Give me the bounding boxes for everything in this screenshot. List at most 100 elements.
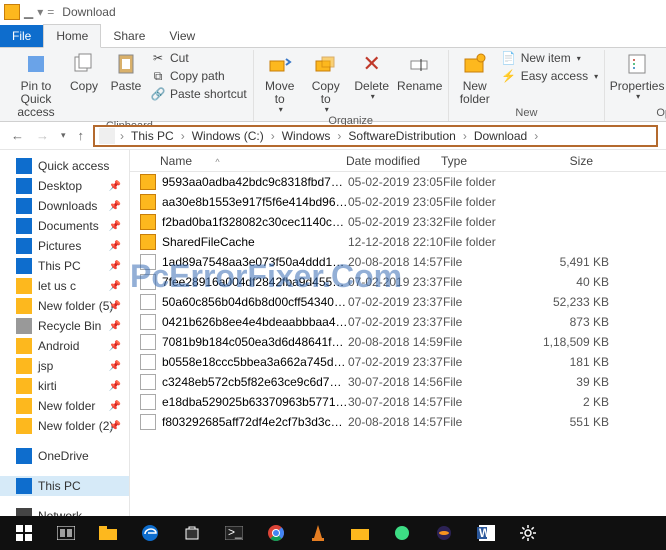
sidebar-item[interactable]: This PC📌: [0, 256, 129, 276]
breadcrumb-item[interactable]: Windows (C:): [190, 129, 266, 143]
breadcrumb-item[interactable]: Windows: [280, 129, 333, 143]
explorer-window-icon[interactable]: [340, 517, 380, 549]
sidebar-item[interactable]: This PC: [0, 476, 129, 496]
file-row[interactable]: f2bad0ba1f328082c30cec1140c265ff05-02-20…: [130, 212, 666, 232]
column-date[interactable]: Date modified: [338, 154, 433, 168]
breadcrumb[interactable]: › This PC › Windows (C:) › Windows › Sof…: [93, 125, 658, 147]
breadcrumb-item[interactable]: Download: [472, 129, 529, 143]
file-row[interactable]: b0558e18ccc5bbea3a662a745d753ae7be0...07…: [130, 352, 666, 372]
file-row[interactable]: SharedFileCache12-12-2018 22:10File fold…: [130, 232, 666, 252]
cut-button[interactable]: ✂Cut: [150, 50, 247, 66]
file-size: 40 KB: [531, 275, 609, 289]
nav-recent-button[interactable]: ▾: [58, 130, 69, 141]
pin-quick-access-button[interactable]: Pin to Quick access: [12, 50, 60, 120]
sidebar-item-label: jsp: [38, 359, 53, 373]
start-button[interactable]: [4, 517, 44, 549]
qat-item[interactable]: ▾: [37, 5, 43, 19]
sidebar-item[interactable]: kirti📌: [0, 376, 129, 396]
explorer-icon[interactable]: [88, 517, 128, 549]
sidebar-item[interactable]: OneDrive: [0, 446, 129, 466]
nav-forward-button[interactable]: →: [33, 128, 52, 143]
folder-icon: [140, 214, 156, 230]
paste-shortcut-button[interactable]: 🔗Paste shortcut: [150, 86, 247, 102]
delete-button[interactable]: ✕ Delete▾: [352, 50, 392, 102]
settings-icon[interactable]: [508, 517, 548, 549]
move-to-button[interactable]: Move to▾: [260, 50, 300, 115]
copy-path-button[interactable]: ⧉Copy path: [150, 68, 247, 84]
chevron-right-icon[interactable]: ›: [334, 129, 344, 143]
store-icon[interactable]: [172, 517, 212, 549]
sidebar-item-label: Recycle Bin: [38, 319, 101, 333]
nav-up-button[interactable]: ↑: [75, 128, 88, 143]
file-row[interactable]: 50a60c856b04d6b8d00cff5434000c25c...07-0…: [130, 292, 666, 312]
tab-file[interactable]: File: [0, 25, 43, 47]
file-name: 9593aa0adba42bdc9c8318fbd7ef85c4: [162, 175, 348, 189]
vlc-icon[interactable]: [298, 517, 338, 549]
file-name: 50a60c856b04d6b8d00cff5434000c25c...: [162, 295, 348, 309]
sidebar-item[interactable]: New folder (5)📌: [0, 296, 129, 316]
new-folder-button[interactable]: New folder: [455, 50, 495, 106]
pin-icon: 📌: [109, 301, 121, 312]
copy-button[interactable]: Copy: [66, 50, 102, 93]
file-date: 05-02-2019 23:05: [348, 175, 443, 189]
chevron-right-icon[interactable]: ›: [117, 129, 127, 143]
chevron-right-icon[interactable]: ›: [531, 129, 541, 143]
file-row[interactable]: aa30e8b1553e917f5f6e414bd962473c05-02-20…: [130, 192, 666, 212]
breadcrumb-item[interactable]: This PC: [129, 129, 176, 143]
file-name: 1ad89a7548aa3e073f50a4ddd17b0fd11b0f...: [162, 255, 348, 269]
sidebar-item[interactable]: jsp📌: [0, 356, 129, 376]
chrome-icon[interactable]: [256, 517, 296, 549]
nav-back-button[interactable]: ←: [8, 128, 27, 143]
sidebar-item[interactable]: Documents📌: [0, 216, 129, 236]
body: Quick accessDesktop📌Downloads📌Documents📌…: [0, 150, 666, 520]
sidebar-item[interactable]: Desktop📌: [0, 176, 129, 196]
file-row[interactable]: c3248eb572cb5f82e63ce9c6d73cfb9b10b...30…: [130, 372, 666, 392]
properties-button[interactable]: Properties▾: [611, 50, 663, 102]
sidebar-item[interactable]: let us c📌: [0, 276, 129, 296]
tab-share[interactable]: Share: [101, 25, 157, 47]
chevron-right-icon[interactable]: ›: [460, 129, 470, 143]
file-row[interactable]: 7081b9b184c050ea3d6d48641f0cfbab35e...20…: [130, 332, 666, 352]
file-name: 0421b626b8ee4e4bdeaabbbaa44d0860fb79...: [162, 315, 348, 329]
sidebar-item[interactable]: Recycle Bin📌: [0, 316, 129, 336]
column-size[interactable]: Size: [521, 154, 601, 168]
sidebar-item[interactable]: Quick access: [0, 156, 129, 176]
edge-icon[interactable]: [130, 517, 170, 549]
file-row[interactable]: 0421b626b8ee4e4bdeaabbbaa44d0860fb79...0…: [130, 312, 666, 332]
column-name[interactable]: Name ^: [130, 154, 338, 168]
paste-button[interactable]: Paste: [108, 50, 144, 93]
file-row[interactable]: 7fee28916a004df2842fba9d455e011124d1...0…: [130, 272, 666, 292]
tab-view[interactable]: View: [157, 25, 207, 47]
file-row[interactable]: f803292685aff72df4e2cf7b3d3ccce5c9b96...…: [130, 412, 666, 432]
sidebar-item[interactable]: Pictures📌: [0, 236, 129, 256]
android-studio-icon[interactable]: [382, 517, 422, 549]
file-name: e18dba529025b63370963b5771251fd8b1c...: [162, 395, 348, 409]
sidebar-item[interactable]: Downloads📌: [0, 196, 129, 216]
cmd-icon[interactable]: >_: [214, 517, 254, 549]
tab-home[interactable]: Home: [43, 24, 101, 48]
file-name: aa30e8b1553e917f5f6e414bd962473c: [162, 195, 348, 209]
file-size: 1,18,509 KB: [531, 335, 609, 349]
eclipse-icon[interactable]: [424, 517, 464, 549]
sidebar-item-label: New folder (2): [38, 419, 113, 433]
breadcrumb-item[interactable]: SoftwareDistribution: [346, 129, 457, 143]
easy-access-button[interactable]: ⚡Easy access▾: [501, 68, 598, 84]
title-bar: ▁ ▾ = Download: [0, 0, 666, 24]
sidebar-item[interactable]: Android📌: [0, 336, 129, 356]
taskview-button[interactable]: [46, 517, 86, 549]
qat-item[interactable]: ▁: [24, 5, 33, 19]
sidebar-item-label: New folder (5): [38, 299, 113, 313]
file-list[interactable]: 9593aa0adba42bdc9c8318fbd7ef85c405-02-20…: [130, 172, 666, 520]
file-row[interactable]: 1ad89a7548aa3e073f50a4ddd17b0fd11b0f...2…: [130, 252, 666, 272]
sidebar-item[interactable]: New folder📌: [0, 396, 129, 416]
file-row[interactable]: 9593aa0adba42bdc9c8318fbd7ef85c405-02-20…: [130, 172, 666, 192]
rename-button[interactable]: Rename: [398, 50, 442, 93]
copy-to-button[interactable]: Copy to▾: [306, 50, 346, 115]
column-type[interactable]: Type: [433, 154, 521, 168]
file-row[interactable]: e18dba529025b63370963b5771251fd8b1c...30…: [130, 392, 666, 412]
chevron-right-icon[interactable]: ›: [178, 129, 188, 143]
word-icon[interactable]: W: [466, 517, 506, 549]
chevron-right-icon[interactable]: ›: [268, 129, 278, 143]
new-item-button[interactable]: 📄New item▾: [501, 50, 598, 66]
sidebar-item[interactable]: New folder (2)📌: [0, 416, 129, 436]
